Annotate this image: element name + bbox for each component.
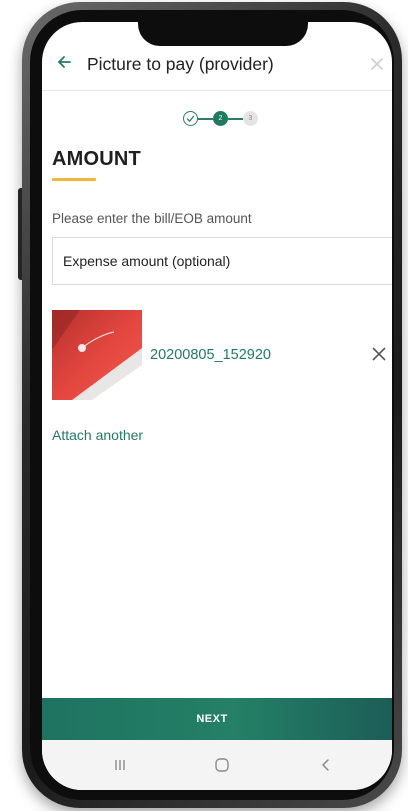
expense-amount-input[interactable] (53, 238, 392, 284)
step-active: 2 (213, 111, 228, 126)
recents-icon[interactable] (110, 756, 130, 774)
stepper-connector (198, 118, 213, 120)
chevron-left-icon[interactable] (316, 756, 336, 774)
stepper-connector (228, 118, 243, 120)
next-button[interactable]: NEXT (42, 698, 392, 740)
arrow-left-icon[interactable] (54, 52, 74, 72)
remove-attachment-icon[interactable] (372, 347, 390, 365)
system-navigation-bar (42, 740, 392, 790)
step-completed (183, 111, 198, 126)
instruction-text: Please enter the bill/EOB amount (52, 211, 252, 226)
close-icon[interactable] (370, 53, 392, 75)
step-upcoming: 3 (243, 111, 258, 126)
expense-amount-field[interactable] (52, 237, 392, 285)
phone-notch (138, 22, 308, 46)
attachment-thumbnail[interactable] (52, 310, 142, 400)
progress-stepper: 2 3 (183, 111, 263, 127)
section-title: AMOUNT (52, 148, 141, 170)
attachment-file-name[interactable]: 20200805_152920 (150, 347, 271, 363)
attach-another-link[interactable]: Attach another (52, 427, 143, 443)
home-icon[interactable] (212, 756, 232, 774)
page-title: Picture to pay (provider) (87, 54, 274, 74)
header-divider (42, 90, 392, 91)
app-bar: Picture to pay (provider) (42, 46, 392, 82)
app-screen: Picture to pay (provider) 2 3 AMOUNT Ple… (42, 22, 392, 790)
check-icon (186, 115, 195, 122)
section-title-underline (52, 178, 96, 181)
